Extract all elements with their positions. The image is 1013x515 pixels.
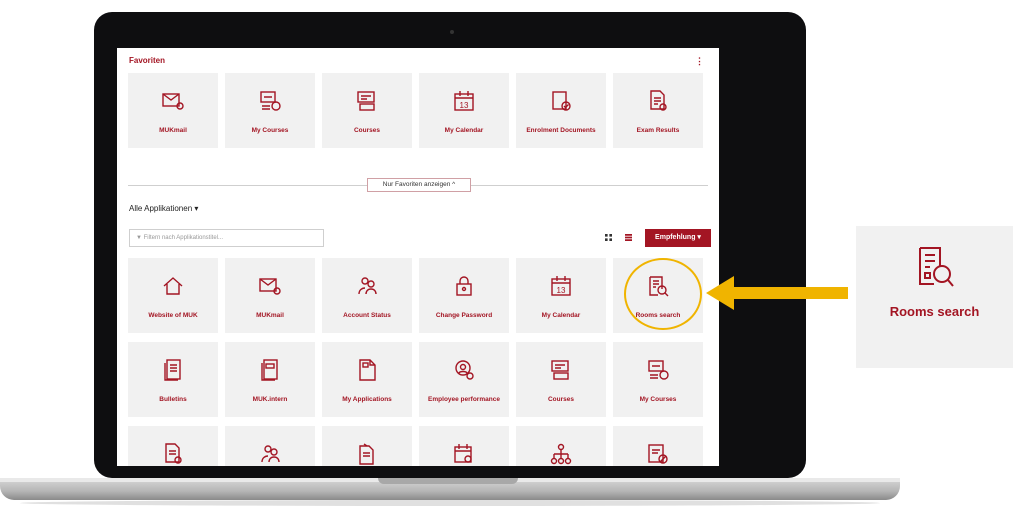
- courses-icon: [357, 91, 375, 111]
- grid-view-icon[interactable]: [605, 234, 612, 241]
- org-chart-icon: [550, 443, 572, 465]
- card-blocked-icon: [648, 444, 668, 464]
- courses-icon: [551, 360, 569, 380]
- list-view-icon[interactable]: [625, 234, 632, 241]
- app-tile-document-gear[interactable]: [128, 426, 218, 466]
- courses-info-icon: [648, 360, 669, 380]
- favorite-tile-my-calendar[interactable]: 13 My Calendar: [419, 73, 509, 148]
- people-icon: [261, 445, 280, 463]
- all-apps-title[interactable]: Alle Applikationen ▾: [129, 204, 198, 213]
- mail-icon: [162, 93, 184, 110]
- favorite-tile-my-courses[interactable]: My Courses: [225, 73, 315, 148]
- kebab-icon[interactable]: ⋮: [695, 56, 704, 67]
- app-tile-account-status[interactable]: Account Status: [322, 258, 412, 333]
- callout-arrow: [706, 276, 848, 310]
- document-gear-icon: [165, 443, 182, 464]
- intern-icon: [261, 359, 278, 381]
- exam-results-icon: [650, 90, 667, 111]
- laptop-notch: [378, 478, 518, 484]
- app-tile-bulletins[interactable]: Bulletins: [128, 342, 218, 417]
- callout-label: Rooms search: [889, 304, 980, 319]
- employee-performance-icon: [455, 360, 474, 380]
- bulletins-icon: [164, 359, 181, 381]
- favorites-only-toggle[interactable]: Nur Favoriten anzeigen ^: [367, 178, 471, 192]
- applications-icon: [359, 359, 376, 381]
- document-hand-icon: [359, 443, 374, 465]
- webcam: [450, 30, 454, 34]
- filter-input[interactable]: ▼ Filtern nach Applikationstitel...: [129, 229, 324, 247]
- app-tile-document-hand[interactable]: [322, 426, 412, 466]
- app-tile-my-applications[interactable]: My Applications: [322, 342, 412, 417]
- enrolment-document-icon: [552, 91, 571, 111]
- favorites-title: Favoriten: [129, 56, 166, 65]
- rooms-search-icon: [919, 247, 954, 287]
- app-tile-org-chart[interactable]: [516, 426, 606, 466]
- favorite-tile-exam-results[interactable]: Exam Results: [613, 73, 703, 148]
- filter-icon: ▼: [136, 235, 142, 241]
- favorite-tile-enrolment-documents[interactable]: Enrolment Documents: [516, 73, 606, 148]
- app-tile-calendar-search[interactable]: [419, 426, 509, 466]
- app-tile-card-blocked[interactable]: [613, 426, 703, 466]
- callout-card: Rooms search: [856, 226, 1013, 368]
- app-tile-courses[interactable]: Courses: [516, 342, 606, 417]
- app-tile-website[interactable]: Website of MUK: [128, 258, 218, 333]
- app-tile-people[interactable]: [225, 426, 315, 466]
- app-tile-employee-performance[interactable]: Employee performance: [419, 342, 509, 417]
- app-tile-my-calendar[interactable]: 13 My Calendar: [516, 258, 606, 333]
- calendar-search-icon: [454, 444, 472, 463]
- home-icon: [163, 277, 183, 295]
- app-screen: Favoriten ⋮ MUKmail My Courses Courses 1…: [117, 48, 719, 466]
- svg-text:13: 13: [557, 286, 566, 295]
- svg-text:13: 13: [460, 101, 469, 110]
- laptop-shadow: [20, 500, 880, 506]
- sort-dropdown-button[interactable]: Empfehlung ▾: [645, 229, 711, 247]
- highlight-circle: [624, 258, 702, 330]
- app-tile-my-courses[interactable]: My Courses: [613, 342, 703, 417]
- account-status-icon: [358, 277, 377, 295]
- favorite-tile-mukmail[interactable]: MUKmail: [128, 73, 218, 148]
- favorite-tile-courses[interactable]: Courses: [322, 73, 412, 148]
- calendar-icon: 13: [551, 276, 571, 296]
- app-tile-change-password[interactable]: Change Password: [419, 258, 509, 333]
- app-tile-muk-intern[interactable]: MUK.intern: [225, 342, 315, 417]
- calendar-icon: 13: [454, 91, 474, 111]
- app-tile-mukmail[interactable]: MUKmail: [225, 258, 315, 333]
- courses-info-icon: [260, 91, 281, 111]
- lock-icon: [456, 276, 472, 296]
- mail-icon: [259, 278, 281, 295]
